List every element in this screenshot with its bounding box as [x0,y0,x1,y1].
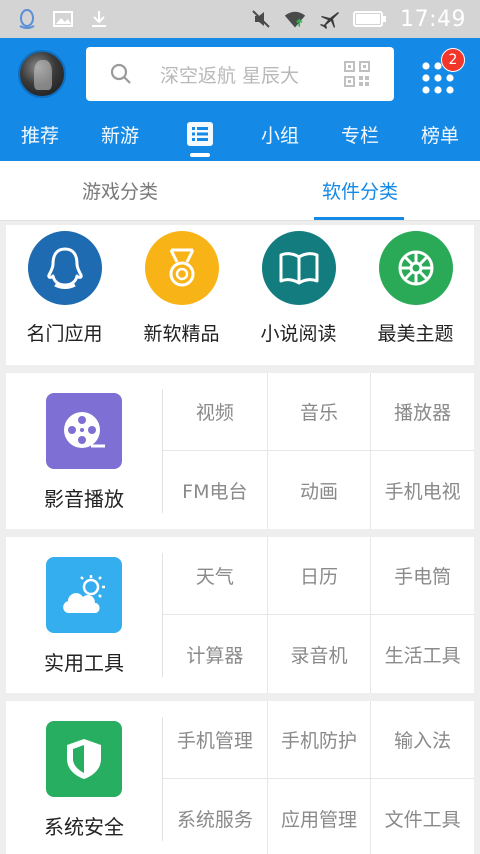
download-icon [88,8,110,30]
group-utilities: 实用工具 天气 日历 手电筒 计算器 录音机 生活工具 [6,537,474,693]
search-bar[interactable]: 深空返航 星辰大 [86,47,394,101]
book-icon [261,231,336,305]
theme-wheel-icon [378,231,453,305]
sub-tabs: 游戏分类 软件分类 [0,161,480,221]
group-security-header[interactable]: 系统安全 [6,701,162,854]
wifi-icon [284,8,306,30]
featured-categories: 名门应用 新软精品 小说阅读 最美主题 [6,225,474,365]
item-recorder[interactable]: 录音机 [266,615,371,693]
item-phone-manager[interactable]: 手机管理 [163,701,267,779]
category-beautiful-themes[interactable]: 最美主题 [357,225,474,365]
qq-penguin-icon [27,231,102,305]
tab-software-categories[interactable]: 软件分类 [240,161,480,220]
tab-groups[interactable]: 小组 [240,114,320,154]
group-utilities-header[interactable]: 实用工具 [6,537,162,693]
tab-recommend[interactable]: 推荐 [0,114,80,154]
item-calculator[interactable]: 计算器 [163,615,267,693]
status-time: 17:49 [400,6,466,32]
image-icon [52,8,74,30]
list-icon [187,122,213,146]
item-app-manager[interactable]: 应用管理 [266,779,371,854]
item-player[interactable]: 播放器 [370,373,474,451]
search-icon [110,63,131,84]
nav-tabs: 推荐 新游 小组 专栏 榜单 [0,114,480,154]
group-media-playback: 影音播放 视频 音乐 播放器 FM电台 动画 手机电视 [6,373,474,529]
medal-icon [144,231,219,305]
item-weather[interactable]: 天气 [163,537,267,615]
status-bar: 17:49 [0,0,480,38]
tab-columns[interactable]: 专栏 [320,114,400,154]
weather-icon [46,557,122,633]
item-music[interactable]: 音乐 [266,373,371,451]
item-fm-radio[interactable]: FM电台 [163,451,267,529]
qq-icon [16,8,38,30]
category-new-software[interactable]: 新软精品 [123,225,240,365]
category-novel-reading[interactable]: 小说阅读 [240,225,357,365]
avatar[interactable] [18,50,66,98]
item-animation[interactable]: 动画 [266,451,371,529]
item-flashlight[interactable]: 手电筒 [370,537,474,615]
shield-icon [46,721,122,797]
mute-icon [250,8,272,30]
item-file-tools[interactable]: 文件工具 [370,779,474,854]
film-reel-icon [46,393,122,469]
item-mobile-tv[interactable]: 手机电视 [370,451,474,529]
category-famous-apps[interactable]: 名门应用 [6,225,123,365]
tab-new-games[interactable]: 新游 [80,114,160,154]
notification-badge: 2 [441,48,465,72]
group-system-security: 系统安全 手机管理 手机防护 输入法 系统服务 应用管理 文件工具 [6,701,474,854]
tab-game-categories[interactable]: 游戏分类 [0,161,240,220]
tab-categories[interactable] [160,114,240,154]
item-life-tools[interactable]: 生活工具 [370,615,474,693]
item-phone-protection[interactable]: 手机防护 [266,701,371,779]
active-tab-indicator [190,153,210,157]
group-media-items: 视频 音乐 播放器 FM电台 动画 手机电视 [163,373,474,529]
app-header: 深空返航 星辰大 2 推荐 新游 小组 专栏 榜单 [0,38,480,161]
item-calendar[interactable]: 日历 [266,537,371,615]
tab-rankings[interactable]: 榜单 [400,114,480,154]
search-placeholder: 深空返航 星辰大 [160,64,300,87]
item-input-method[interactable]: 输入法 [370,701,474,779]
group-security-items: 手机管理 手机防护 输入法 系统服务 应用管理 文件工具 [163,701,474,854]
group-media-header[interactable]: 影音播放 [6,373,162,529]
group-utilities-items: 天气 日历 手电筒 计算器 录音机 生活工具 [163,537,474,693]
item-video[interactable]: 视频 [163,373,267,451]
airplane-icon [318,8,340,30]
item-system-services[interactable]: 系统服务 [163,779,267,854]
qr-scan-icon[interactable] [344,61,370,87]
battery-icon [352,8,388,30]
